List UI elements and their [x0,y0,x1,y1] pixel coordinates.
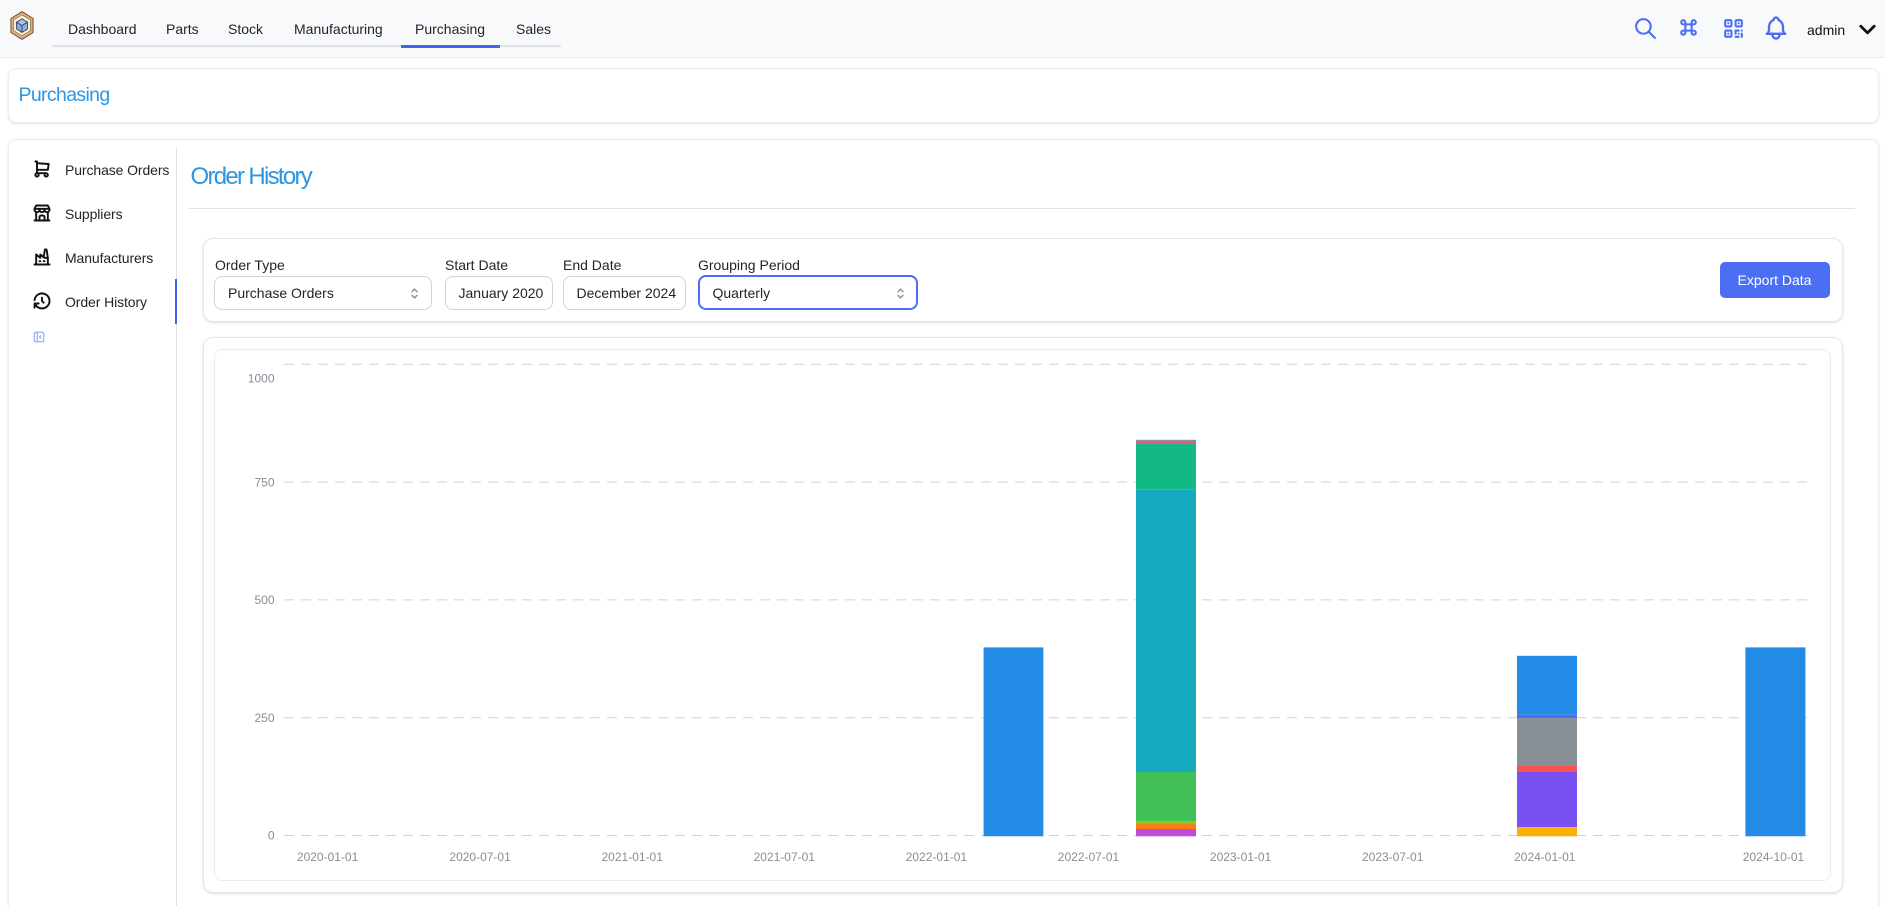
svg-text:0: 0 [268,829,275,843]
svg-text:2021-01-01: 2021-01-01 [602,850,664,864]
svg-text:2023-07-01: 2023-07-01 [1362,850,1424,864]
svg-text:500: 500 [254,593,274,607]
svg-text:2020-01-01: 2020-01-01 [297,850,359,864]
svg-text:2021-07-01: 2021-07-01 [754,850,816,864]
svg-text:2024-10-01: 2024-10-01 [1743,850,1805,864]
svg-text:2022-01-01: 2022-01-01 [906,850,968,864]
svg-text:2022-07-01: 2022-07-01 [1058,850,1120,864]
svg-text:1000: 1000 [248,372,275,386]
svg-text:2023-01-01: 2023-01-01 [1210,850,1272,864]
svg-text:2024-01-01: 2024-01-01 [1514,850,1576,864]
svg-text:250: 250 [254,711,274,725]
svg-text:750: 750 [254,475,274,489]
svg-text:2020-07-01: 2020-07-01 [449,850,511,864]
